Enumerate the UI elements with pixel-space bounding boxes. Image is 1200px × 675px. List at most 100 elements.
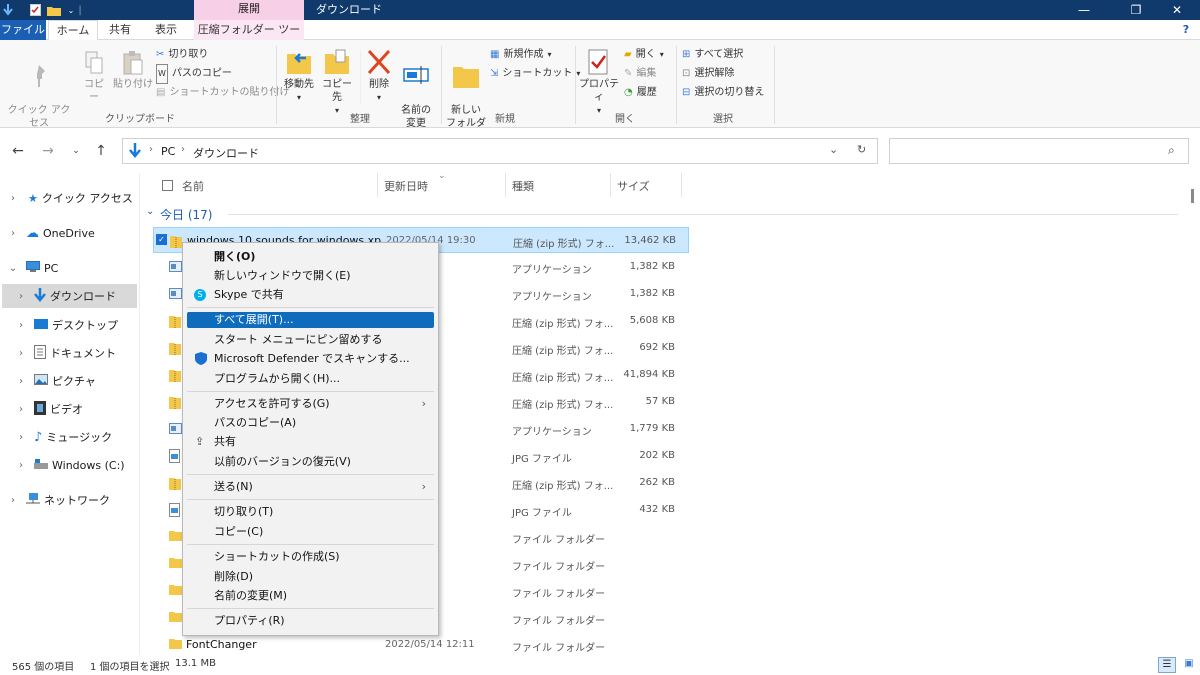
paste-button[interactable]: 貼り付け: [113, 50, 153, 91]
edit-button[interactable]: ✎ 編集: [624, 65, 656, 83]
file-type: 圧縮 (zip 形式) フォ...: [512, 346, 614, 357]
select-all-checkbox[interactable]: [162, 180, 173, 191]
expand-chevron-icon[interactable]: ›: [16, 404, 26, 415]
menu-item-give-access[interactable]: アクセスを許可する(G) ›: [187, 394, 434, 413]
address-dropdown-icon[interactable]: ⌄: [829, 143, 838, 156]
cut-button[interactable]: ✂ 切り取り: [156, 46, 208, 64]
expand-chevron-icon[interactable]: ›: [8, 193, 18, 204]
breadcrumb-downloads[interactable]: ダウンロード: [193, 145, 259, 161]
forward-button[interactable]: →: [37, 141, 59, 161]
vertical-scrollbar[interactable]: [1186, 173, 1200, 655]
properties-quick-icon[interactable]: [28, 2, 42, 18]
minimize-button[interactable]: —: [1061, 0, 1107, 20]
new-folder-quick-icon[interactable]: [46, 2, 62, 18]
column-divider[interactable]: [681, 173, 682, 197]
menu-item-share[interactable]: ⇪ 共有: [187, 432, 434, 451]
expand-chevron-icon[interactable]: ›: [8, 228, 18, 239]
back-button[interactable]: ←: [7, 141, 29, 161]
menu-item-properties[interactable]: プロパティ(R): [187, 611, 434, 630]
nav-item-pictures[interactable]: › ピクチャ: [0, 369, 138, 393]
tab-home[interactable]: ホーム: [48, 20, 98, 41]
new-item-button[interactable]: ▦ 新規作成 ▾: [490, 46, 551, 64]
move-to-button[interactable]: 移動先 ▾: [282, 48, 316, 104]
invert-selection-button[interactable]: ⊟ 選択の切り替え: [682, 84, 764, 102]
menu-item-skype-share[interactable]: S Skype で共有: [187, 285, 434, 304]
menu-item-open-new-window[interactable]: 新しいウィンドウで開く(E): [187, 266, 434, 285]
copy-to-button[interactable]: コピー先 ▾: [320, 48, 354, 117]
menu-item-delete[interactable]: 削除(D): [187, 567, 434, 586]
menu-item-create-shortcut[interactable]: ショートカットの作成(S): [187, 547, 434, 566]
menu-item-copy-path[interactable]: パスのコピー(A): [187, 413, 434, 432]
expand-chevron-icon[interactable]: ›: [16, 460, 26, 471]
menu-item-pin-to-start[interactable]: スタート メニューにピン留めする: [187, 330, 434, 349]
expand-chevron-icon[interactable]: ›: [16, 348, 26, 359]
up-button[interactable]: ↑: [90, 141, 112, 161]
close-button[interactable]: ✕: [1154, 0, 1200, 20]
select-all-button[interactable]: ⊞ すべて選択: [682, 46, 743, 64]
refresh-icon[interactable]: ↻: [857, 143, 866, 156]
nav-item-videos[interactable]: › ビデオ: [0, 397, 138, 421]
menu-item-open[interactable]: 開く(O): [187, 247, 434, 266]
nav-item-network[interactable]: › ネットワーク: [0, 488, 138, 512]
nav-item-quick-access[interactable]: › ★ クイック アクセス: [0, 186, 138, 210]
expand-chevron-icon[interactable]: ›: [16, 291, 26, 302]
menu-item-defender-scan[interactable]: Microsoft Defender でスキャンする...: [187, 349, 434, 368]
easy-access-button[interactable]: ⇲ ショートカット ▾: [490, 65, 580, 83]
maximize-button[interactable]: ❐: [1113, 0, 1159, 20]
nav-item-onedrive[interactable]: › ☁ OneDrive: [0, 221, 138, 245]
search-input[interactable]: ⌕: [889, 138, 1189, 164]
select-none-button[interactable]: ⊡ 選択解除: [682, 65, 734, 83]
tab-share[interactable]: 共有: [100, 20, 140, 40]
nav-item-windows-drive[interactable]: › Windows (C:): [0, 453, 138, 477]
menu-item-copy[interactable]: コピー(C): [187, 522, 434, 541]
column-header-size[interactable]: サイズ: [617, 178, 650, 194]
properties-button[interactable]: プロパティ ▾: [578, 48, 620, 117]
expand-chevron-icon[interactable]: ›: [16, 432, 26, 443]
collapse-group-icon[interactable]: ⌄: [146, 206, 154, 217]
nav-item-documents[interactable]: › ドキュメント: [0, 341, 138, 365]
history-button[interactable]: ◔ 履歴: [624, 84, 657, 102]
menu-item-send-to[interactable]: 送る(N) ›: [187, 477, 434, 496]
menu-item-cut[interactable]: 切り取り(T): [187, 502, 434, 521]
copy-path-button[interactable]: W パスのコピー: [156, 64, 232, 84]
collapse-chevron-icon[interactable]: ⌄: [8, 263, 18, 274]
menu-item-extract-all[interactable]: すべて展開(T)...: [187, 312, 434, 328]
copy-button[interactable]: コピー: [80, 50, 108, 104]
column-header-date[interactable]: 更新日時: [384, 178, 428, 194]
expand-chevron-icon[interactable]: ›: [16, 376, 26, 387]
customize-quick-access-icon[interactable]: ⌄: [66, 2, 76, 18]
tab-view[interactable]: 表示: [144, 20, 188, 40]
column-header-type[interactable]: 種類: [512, 178, 534, 194]
nav-label-music: ミュージック: [46, 431, 113, 444]
delete-button[interactable]: 削除 ▾: [364, 48, 394, 104]
address-box[interactable]: › PC › ダウンロード ⌄ ↻: [122, 138, 878, 164]
column-header-name[interactable]: 名前: [182, 178, 204, 194]
large-icons-view-icon[interactable]: ▣: [1180, 657, 1198, 673]
recent-locations-button[interactable]: ⌄: [65, 141, 87, 161]
tab-compressed-folder-tools[interactable]: 圧縮フォルダー ツール: [194, 20, 304, 56]
column-divider[interactable]: [377, 173, 378, 197]
expand-chevron-icon[interactable]: ›: [16, 320, 26, 331]
nav-item-pc[interactable]: ⌄ PC: [0, 256, 138, 280]
nav-label-network: ネットワーク: [44, 494, 110, 507]
group-header-today[interactable]: ⌄ 今日 (17): [146, 206, 1180, 222]
search-icon[interactable]: ⌕: [1168, 143, 1175, 158]
nav-item-downloads[interactable]: › ダウンロード: [2, 284, 137, 308]
expand-chevron-icon[interactable]: ›: [8, 495, 18, 506]
tab-file[interactable]: ファイル: [0, 20, 46, 40]
open-button[interactable]: ▰ 開く ▾: [624, 46, 664, 64]
menu-item-open-with[interactable]: プログラムから開く(H)...: [187, 369, 434, 388]
paste-shortcut-button[interactable]: ▤ ショートカットの貼り付け: [156, 84, 289, 102]
menu-item-restore-previous[interactable]: 以前のバージョンの復元(V): [187, 452, 434, 471]
column-divider[interactable]: [505, 173, 506, 197]
nav-item-desktop[interactable]: › デスクトップ: [0, 313, 138, 337]
rename-button[interactable]: 名前の 変更: [398, 48, 434, 130]
menu-item-rename[interactable]: 名前の変更(M): [187, 586, 434, 605]
column-divider[interactable]: [610, 173, 611, 197]
nav-item-music[interactable]: › ♪ ミュージック: [0, 425, 138, 449]
row-checkbox-checked[interactable]: ✓: [156, 234, 167, 245]
breadcrumb-pc[interactable]: PC: [161, 145, 175, 158]
help-button[interactable]: ?: [1176, 20, 1196, 40]
details-view-icon[interactable]: ☰: [1158, 657, 1176, 673]
scrollbar-thumb[interactable]: [1191, 189, 1194, 203]
